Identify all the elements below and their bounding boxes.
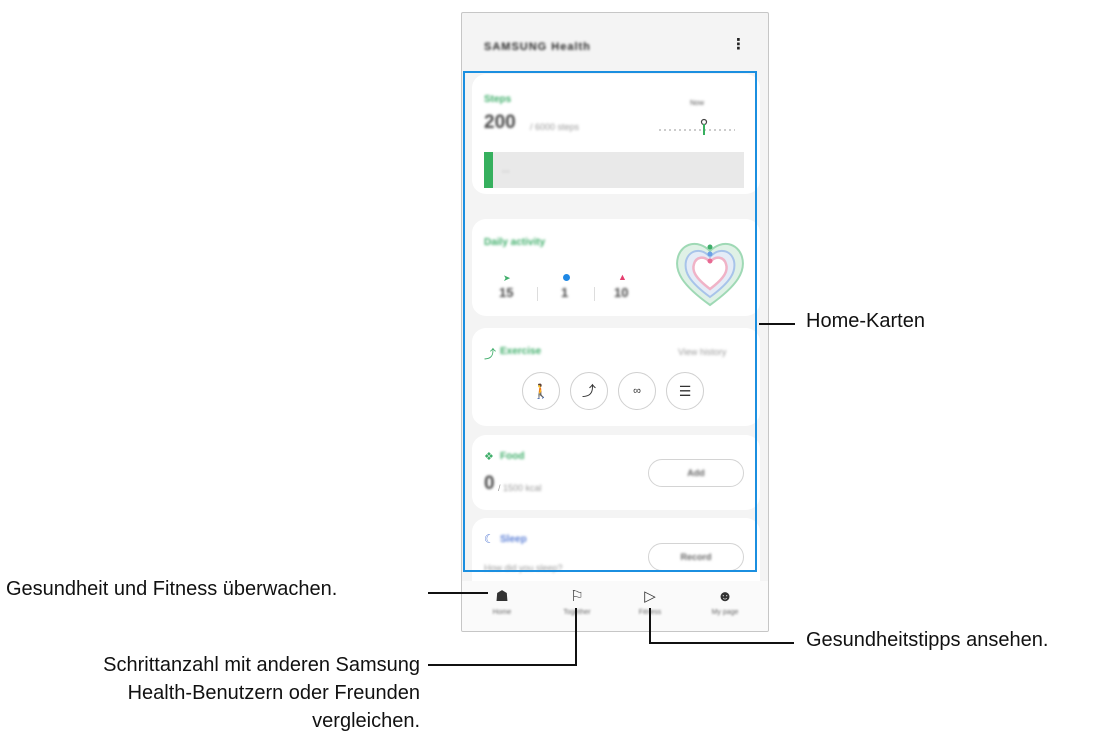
callout-line-compare — [428, 664, 577, 666]
person-icon: ☻ — [717, 588, 733, 605]
app-title: SAMSUNG Health — [484, 41, 591, 53]
home-cards-highlight — [463, 71, 757, 572]
callout-line-health — [428, 592, 488, 594]
callout-home-cards: Home-Karten — [806, 310, 925, 332]
more-options-icon[interactable]: ⋮ — [731, 37, 746, 52]
bottom-navigation: ☗ Home ⚐ Together ▷ Fitness ☻ My page — [462, 581, 768, 631]
callout-line-home-cards — [759, 323, 795, 325]
nav-my-page-label: My page — [711, 609, 739, 616]
play-icon: ▷ — [644, 588, 656, 605]
home-icon: ☗ — [495, 588, 509, 605]
callout-compare: Schrittanzahl mit anderen Samsung Health… — [103, 651, 420, 735]
callout-tips: Gesundheitstipps ansehen. — [806, 629, 1049, 651]
callout-compare-line2: Health-Benutzern oder Freunden — [127, 682, 420, 704]
nav-my-page[interactable]: ☻ My page — [687, 587, 763, 616]
nav-home-label: Home — [492, 609, 512, 616]
callout-compare-line3: vergleichen. — [312, 710, 420, 732]
nav-together-label: Together — [563, 609, 591, 616]
app-bar: SAMSUNG Health ⋮ — [462, 13, 768, 73]
callout-line-tips-vertical — [649, 608, 651, 643]
callout-health: Gesundheit und Fitness überwachen. — [6, 578, 338, 600]
callout-line-tips — [649, 642, 794, 644]
flag-icon: ⚐ — [570, 588, 584, 605]
callout-compare-line1: Schrittanzahl mit anderen Samsung — [103, 654, 420, 676]
nav-together[interactable]: ⚐ Together — [539, 587, 615, 616]
callout-line-compare-vertical — [575, 608, 577, 665]
